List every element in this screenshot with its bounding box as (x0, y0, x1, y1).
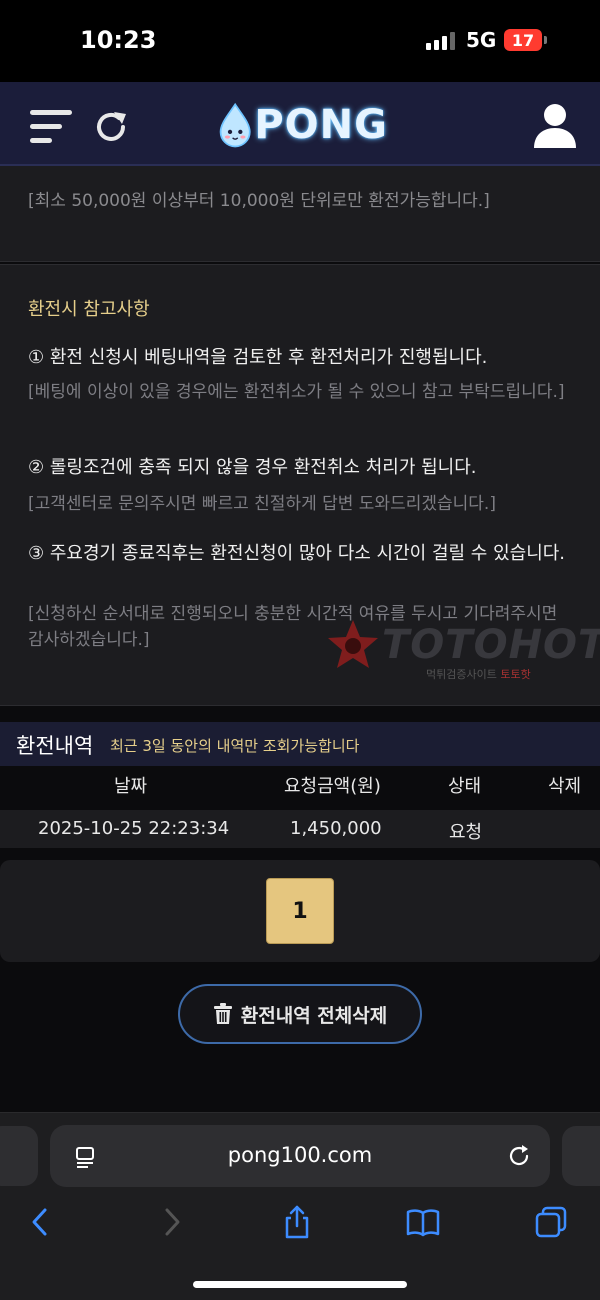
battery-icon: 17 (504, 29, 542, 51)
signal-icon (426, 32, 455, 50)
star-badge-icon (328, 620, 378, 668)
battery-level: 17 (511, 30, 535, 50)
column-status: 상태 (448, 776, 482, 797)
forward-icon[interactable] (154, 1205, 188, 1239)
share-icon[interactable] (280, 1205, 314, 1239)
battery-cap (544, 36, 547, 44)
status-time: 10:23 (80, 26, 157, 54)
min-amount-panel: [최소 50,000원 이상부터 10,000원 단위로만 환전가능합니다.] (0, 166, 600, 262)
status-bar: 10:23 5G 17 (0, 0, 600, 82)
row-amount: 1,450,000 (290, 818, 382, 839)
history-title: 환전내역 (16, 734, 94, 758)
tabs-icon[interactable] (534, 1205, 568, 1239)
user-icon[interactable] (532, 102, 578, 148)
bookmarks-icon[interactable] (406, 1205, 440, 1239)
notes-title: 환전시 참고사항 (28, 299, 150, 320)
pagination: 1 (0, 860, 600, 962)
reload-icon[interactable] (506, 1143, 532, 1169)
address-bar[interactable]: pong100.com (50, 1125, 550, 1187)
menu-icon[interactable] (30, 110, 74, 144)
logo-text: PONG (254, 102, 388, 148)
back-icon[interactable] (24, 1205, 58, 1239)
previous-tab-preview[interactable] (0, 1126, 38, 1186)
home-indicator[interactable] (193, 1281, 407, 1288)
watermark: TOTOHOT 먹튀검증사이트 토토핫 (326, 618, 600, 682)
note-item-1: ① 환전 신청시 베팅내역을 검토한 후 환전처리가 진행됩니다. (28, 347, 488, 368)
note-item-2-sub: [고객센터로 문의주시면 빠르고 친절하게 답변 도와드리겠습니다.] (28, 494, 496, 514)
column-date: 날짜 (114, 776, 148, 797)
water-drop-mascot-icon (219, 102, 251, 148)
watermark-sub-prefix: 먹튀검증사이트 (426, 668, 501, 681)
history-header: 환전내역 최근 3일 동안의 내역만 조회가능합니다 (0, 722, 600, 766)
table-row: 2025-10-25 22:23:34 1,450,000 요청 (0, 810, 600, 848)
page-button-1[interactable]: 1 (266, 878, 334, 944)
row-status: 요청 (449, 822, 483, 843)
site-header: PONG (0, 82, 600, 166)
column-amount: 요청금액(원) (284, 776, 381, 797)
url-text: pong100.com (227, 1143, 373, 1167)
browser-nav-row (0, 1205, 600, 1245)
site-logo[interactable]: PONG (218, 96, 388, 154)
delete-all-button[interactable]: 환전내역 전체삭제 (178, 984, 422, 1044)
refresh-icon[interactable] (92, 108, 130, 146)
row-date: 2025-10-25 22:23:34 (38, 818, 230, 839)
note-item-3: ③ 주요경기 종료직후는 환전신청이 많아 다소 시간이 걸릴 수 있습니다. (28, 543, 566, 564)
delete-all-label: 환전내역 전체삭제 (240, 1004, 388, 1027)
watermark-text: TOTOHOT (382, 622, 600, 668)
note-item-1-sub: [베팅에 이상이 있을 경우에는 환전취소가 될 수 있으니 참고 부탁드립니다… (28, 382, 565, 402)
browser-toolbar: pong100.com (0, 1112, 600, 1300)
network-type: 5G (466, 28, 497, 52)
column-delete: 삭제 (548, 776, 582, 797)
history-subtitle: 최근 3일 동안의 내역만 조회가능합니다 (110, 737, 360, 755)
note-item-2: ② 롤링조건에 충족 되지 않을 경우 환전취소 처리가 됩니다. (28, 457, 477, 478)
trash-icon (213, 1003, 232, 1024)
min-amount-text: [최소 50,000원 이상부터 10,000원 단위로만 환전가능합니다.] (28, 191, 490, 211)
watermark-subtext: 먹튀검증사이트 토토핫 (426, 666, 531, 682)
next-tab-preview[interactable] (562, 1126, 600, 1186)
watermark-sub-brand: 토토핫 (500, 668, 531, 681)
history-table-header: 날짜 요청금액(원) 상태 삭제 (0, 766, 600, 802)
